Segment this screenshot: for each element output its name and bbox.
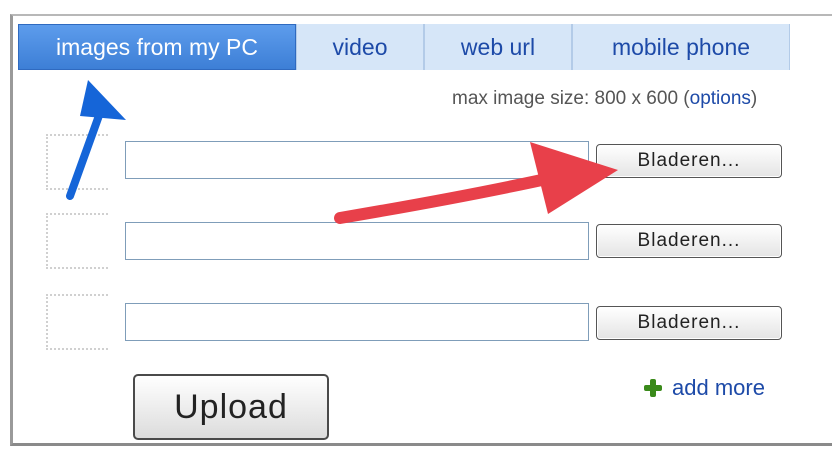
file-path-input[interactable]: [125, 141, 589, 179]
plus-icon: [644, 379, 662, 397]
file-path-input[interactable]: [125, 222, 589, 260]
add-more-link[interactable]: add more: [644, 374, 765, 402]
tab-mobile-phone[interactable]: mobile phone: [572, 24, 790, 70]
browse-button[interactable]: Bladeren...: [596, 306, 782, 340]
tab-images-from-pc[interactable]: images from my PC: [18, 24, 296, 70]
image-thumbnail-placeholder: [46, 134, 108, 190]
image-thumbnail-placeholder: [46, 294, 108, 350]
add-more-label: add more: [672, 375, 765, 400]
hint-suffix: ): [750, 88, 758, 109]
tab-video[interactable]: video: [296, 24, 424, 70]
browse-button[interactable]: Bladeren...: [596, 224, 782, 258]
options-link[interactable]: options: [690, 88, 751, 109]
file-path-input[interactable]: [125, 303, 589, 341]
upload-button[interactable]: Upload: [133, 374, 329, 440]
tab-bar: images from my PC video web url mobile p…: [18, 24, 790, 70]
hint-prefix: max image size: 800 x 600 (: [452, 88, 690, 109]
browse-button[interactable]: Bladeren...: [596, 144, 782, 178]
tab-web-url[interactable]: web url: [424, 24, 572, 70]
max-size-hint: max image size: 800 x 600 (options): [452, 88, 757, 110]
image-thumbnail-placeholder: [46, 213, 108, 269]
